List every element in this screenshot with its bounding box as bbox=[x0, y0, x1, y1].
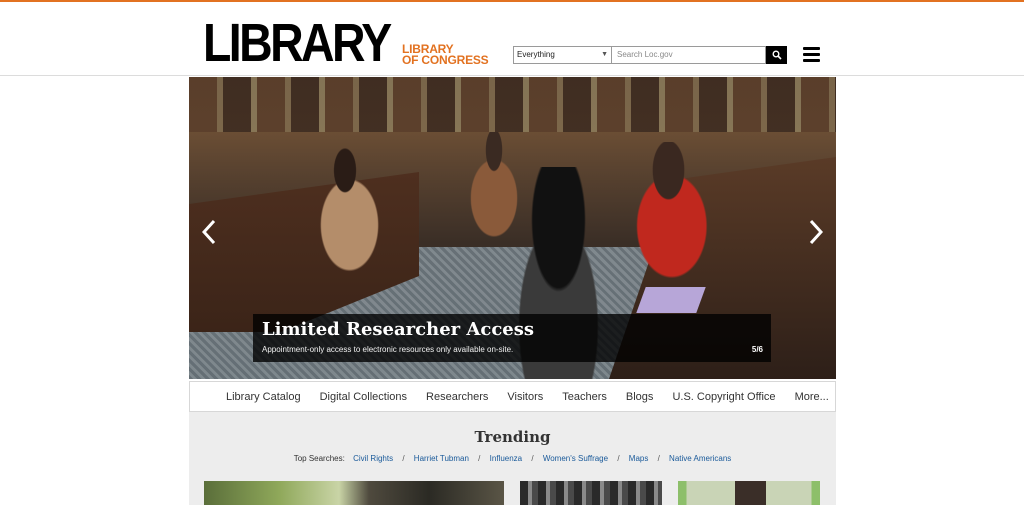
hamburger-menu-icon-bar bbox=[803, 47, 820, 50]
top-search-link-influenza[interactable]: Influenza bbox=[490, 454, 522, 463]
hero-image-researcher bbox=[309, 147, 399, 277]
nav-item-digital-collections[interactable]: Digital Collections bbox=[320, 391, 407, 403]
top-search-link-civil-rights[interactable]: Civil Rights bbox=[353, 454, 393, 463]
nav-item-library-catalog[interactable]: Library Catalog bbox=[226, 391, 301, 403]
trending-card-image[interactable] bbox=[204, 481, 504, 505]
top-search-separator: / bbox=[657, 454, 660, 463]
nav-item-more[interactable]: More... bbox=[795, 391, 829, 403]
hamburger-menu-icon-bar bbox=[803, 59, 820, 62]
logo-subtitle: LIBRARY OF CONGRESS bbox=[402, 43, 489, 68]
trending-card-image[interactable] bbox=[678, 481, 820, 505]
top-searches-label: Top Searches: bbox=[293, 454, 345, 463]
hamburger-menu-icon-bar bbox=[803, 53, 820, 56]
chevron-down-icon: ▼ bbox=[601, 51, 608, 58]
chevron-left-icon bbox=[202, 219, 216, 245]
search-button[interactable] bbox=[766, 46, 787, 64]
hero-title[interactable]: Limited Researcher Access bbox=[262, 319, 534, 340]
logo-wordmark: LIBRARY bbox=[203, 13, 392, 73]
search-icon bbox=[772, 50, 782, 60]
top-searches: Top Searches: Civil Rights / Harriet Tub… bbox=[189, 454, 836, 463]
hero-image-laptop bbox=[636, 287, 706, 313]
search-scope-select[interactable]: Everything ▼ bbox=[513, 46, 612, 64]
nav-item-blogs[interactable]: Blogs bbox=[626, 391, 654, 403]
carousel-counter: 5/6 bbox=[751, 345, 763, 354]
search-scope-value: Everything bbox=[517, 50, 555, 59]
site-header: LIBRARY LIBRARY OF CONGRESS Everything ▼… bbox=[0, 2, 1024, 76]
carousel-next-button[interactable] bbox=[806, 217, 826, 247]
nav-item-copyright-office[interactable]: U.S. Copyright Office bbox=[672, 391, 775, 403]
site-logo[interactable]: LIBRARY LIBRARY OF CONGRESS bbox=[203, 12, 489, 73]
top-search-separator: / bbox=[531, 454, 534, 463]
top-search-link-womens-suffrage[interactable]: Women's Suffrage bbox=[543, 454, 608, 463]
hero-image-researcher bbox=[619, 142, 729, 282]
top-search-link-maps[interactable]: Maps bbox=[629, 454, 649, 463]
top-search-separator: / bbox=[478, 454, 481, 463]
top-search-separator: / bbox=[402, 454, 405, 463]
chevron-right-icon bbox=[809, 219, 823, 245]
trending-heading: Trending bbox=[474, 428, 551, 446]
nav-item-visitors[interactable]: Visitors bbox=[507, 391, 543, 403]
nav-item-teachers[interactable]: Teachers bbox=[562, 391, 607, 403]
top-search-link-harriet-tubman[interactable]: Harriet Tubman bbox=[414, 454, 469, 463]
logo-subtitle-line-2: OF CONGRESS bbox=[402, 53, 489, 67]
hero-caption[interactable]: Limited Researcher Access Appointment-on… bbox=[253, 314, 771, 362]
search-input[interactable]: Search Loc.gov bbox=[612, 46, 766, 64]
hero-image-bookshelves bbox=[189, 77, 836, 132]
top-search-separator: / bbox=[617, 454, 620, 463]
nav-item-researchers[interactable]: Researchers bbox=[426, 391, 488, 403]
hero-carousel[interactable]: Limited Researcher Access Appointment-on… bbox=[189, 77, 836, 379]
hamburger-menu-button[interactable] bbox=[803, 47, 820, 62]
trending-card-image[interactable] bbox=[520, 481, 662, 505]
main-navigation: Library Catalog Digital Collections Rese… bbox=[189, 381, 836, 412]
hero-description: Appointment-only access to electronic re… bbox=[262, 345, 514, 354]
top-search-link-native-americans[interactable]: Native Americans bbox=[669, 454, 731, 463]
carousel-prev-button[interactable] bbox=[199, 217, 219, 247]
